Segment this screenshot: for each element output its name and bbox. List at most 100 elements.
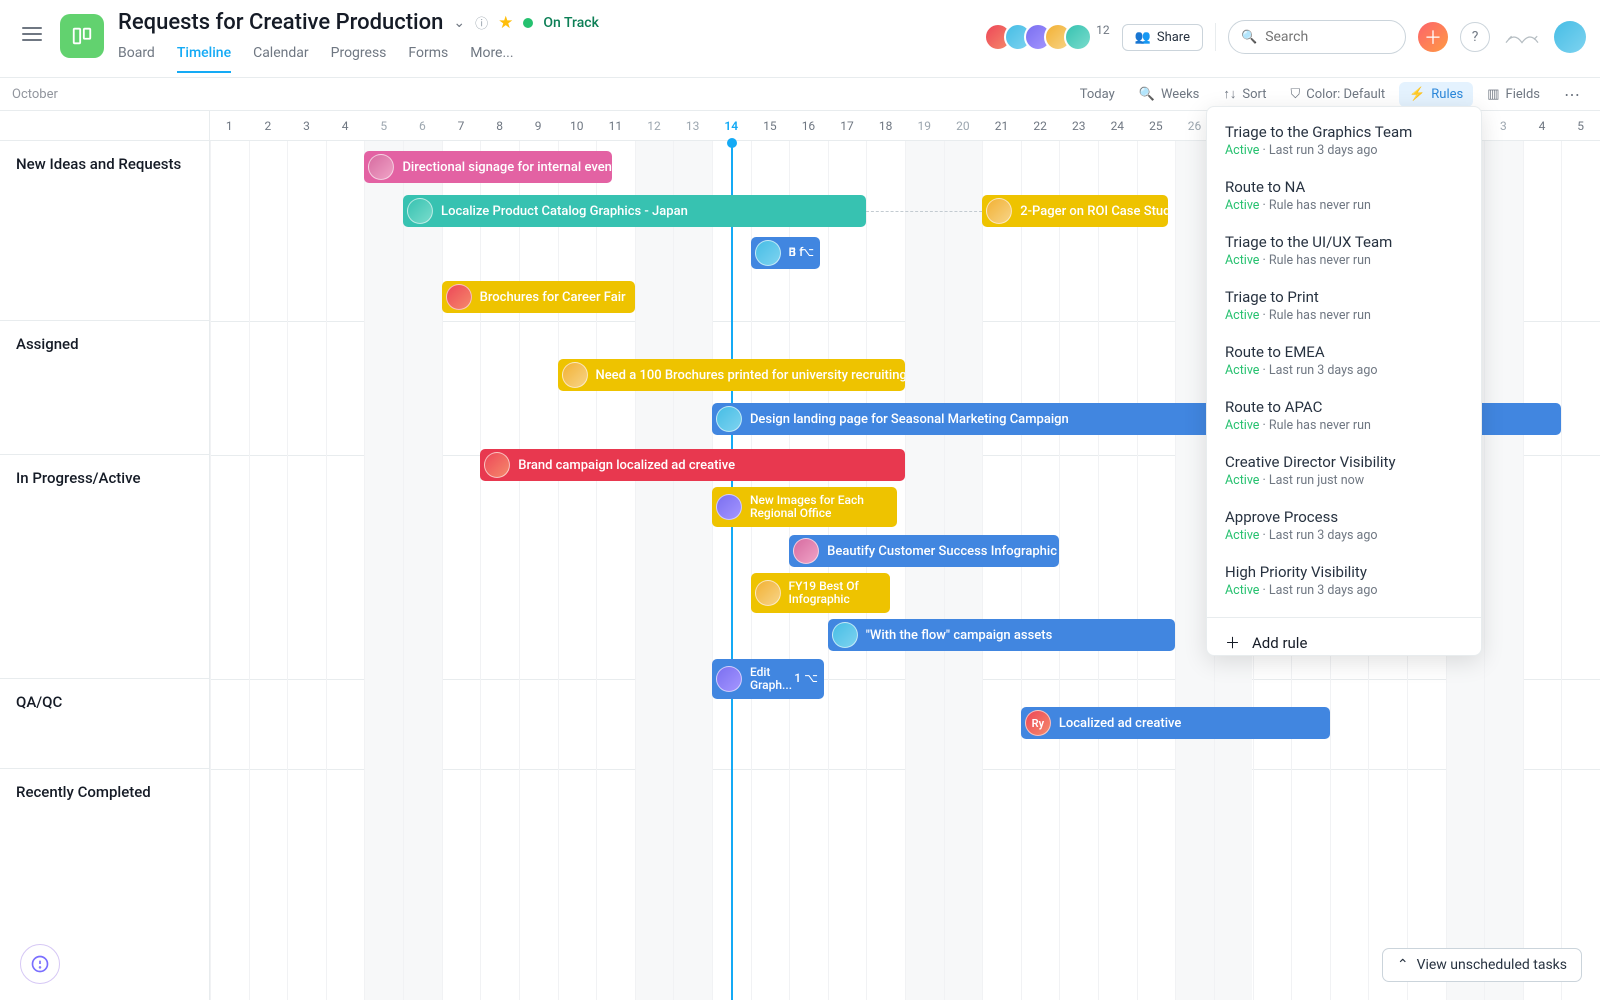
day-header: 12 <box>635 111 674 140</box>
section-label[interactable]: New Ideas and Requests <box>0 141 209 321</box>
share-button[interactable]: 👥 Share <box>1122 24 1203 51</box>
rule-item[interactable]: Route to NAActive · Rule has never run <box>1207 168 1481 223</box>
day-header: 1 <box>210 111 249 140</box>
assignee-avatar: Ry <box>1025 710 1051 736</box>
task-label: FY19 Best Of Infographic <box>789 580 880 606</box>
color-button[interactable]: ⛉Color: Default <box>1281 82 1396 107</box>
assignee-avatar <box>793 538 819 564</box>
tab-board[interactable]: Board <box>118 45 155 73</box>
assignee-avatar <box>407 198 433 224</box>
rule-meta: Active · Rule has never run <box>1225 198 1463 213</box>
search-input[interactable]: 🔍 <box>1228 20 1406 54</box>
task-bar[interactable]: "With the flow" campaign assets <box>828 619 1176 651</box>
plus-icon: ＋ <box>1225 632 1240 653</box>
task-bar[interactable]: Brochures for Career Fair <box>442 281 635 313</box>
rule-item[interactable]: Route to APACActive · Rule has never run <box>1207 388 1481 443</box>
section-label[interactable]: In Progress/Active <box>0 455 209 679</box>
rule-title: Triage to the UI/UX Team <box>1225 233 1463 251</box>
member-avatars[interactable]: 12 <box>992 23 1110 51</box>
rule-item[interactable]: Move to In ProgressActive · Last run 3 d… <box>1207 608 1481 617</box>
day-header: 11 <box>596 111 635 140</box>
zoom-icon: 🔍 <box>1139 87 1155 102</box>
rule-item[interactable]: Triage to Print Active · Rule has never r… <box>1207 278 1481 333</box>
project-icon[interactable] <box>60 14 104 58</box>
day-header: 3 <box>287 111 326 140</box>
tab-calendar[interactable]: Calendar <box>253 45 309 73</box>
menu-icon[interactable] <box>22 24 42 44</box>
day-header: 10 <box>557 111 596 140</box>
star-icon[interactable]: ★ <box>498 13 513 33</box>
tab-forms[interactable]: Forms <box>408 45 448 73</box>
day-header: 13 <box>673 111 712 140</box>
sort-button[interactable]: ↑↓Sort <box>1213 81 1276 107</box>
task-bar[interactable]: New Images for Each Regional Office <box>712 487 897 527</box>
subtask-indicator: 1 ⌥ <box>794 672 818 685</box>
day-header: 21 <box>982 111 1021 140</box>
help-bubble[interactable] <box>20 944 60 984</box>
day-header: 17 <box>828 111 867 140</box>
status-dot-icon <box>523 18 533 28</box>
day-header: 16 <box>789 111 828 140</box>
task-bar[interactable]: Localize Product Catalog Graphics - Japa… <box>403 195 866 227</box>
month-label: October <box>12 87 58 102</box>
status-label[interactable]: On Track <box>543 15 599 31</box>
assignee-avatar <box>716 406 742 432</box>
rule-meta: Active · Last run 3 days ago <box>1225 363 1463 378</box>
task-label: Localize Product Catalog Graphics - Japa… <box>441 204 688 219</box>
task-bar[interactable]: B f1 ⌥ <box>751 237 821 269</box>
rule-meta: Active · Rule has never run <box>1225 253 1463 268</box>
zoom-button[interactable]: 🔍Weeks <box>1129 82 1210 107</box>
day-header: 8 <box>480 111 519 140</box>
rule-item[interactable]: Creative Director VisibilityActive · Las… <box>1207 443 1481 498</box>
section-label[interactable]: Assigned <box>0 321 209 455</box>
assignee-avatar <box>755 580 781 606</box>
day-header: 22 <box>1021 111 1060 140</box>
task-bar[interactable]: Beautify Customer Success Infographic <box>789 535 1059 567</box>
task-bar[interactable]: RyLocalized ad creative <box>1021 707 1330 739</box>
help-button[interactable]: ? <box>1460 22 1490 52</box>
add-rule-button[interactable]: ＋ Add rule <box>1207 617 1481 656</box>
sort-icon: ↑↓ <box>1223 86 1236 102</box>
rule-item[interactable]: Triage to the Graphics Team Active · Last… <box>1207 113 1481 168</box>
rules-dropdown: Triage to the Graphics Team Active · Last… <box>1206 106 1482 656</box>
day-header: 4 <box>1523 111 1562 140</box>
rule-title: Triage to the Graphics Team <box>1225 123 1463 141</box>
day-header: 3 <box>1484 111 1523 140</box>
subtask-indicator: 1 ⌥ <box>790 246 814 259</box>
task-bar[interactable]: Edit Graph...1 ⌥ <box>712 659 824 699</box>
task-bar[interactable]: Brand campaign localized ad creative <box>480 449 905 481</box>
today-button[interactable]: Today <box>1070 82 1125 107</box>
task-label: Beautify Customer Success Infographic <box>827 544 1057 559</box>
assignee-avatar <box>986 198 1012 224</box>
rule-title: Triage to Print <box>1225 288 1463 306</box>
day-header: 14 <box>712 111 751 140</box>
day-header: 7 <box>442 111 481 140</box>
section-label[interactable]: QA/QC <box>0 679 209 769</box>
rule-meta: Active · Last run 3 days ago <box>1225 143 1463 158</box>
rule-item[interactable]: Route to EMEAActive · Last run 3 days ag… <box>1207 333 1481 388</box>
task-bar[interactable]: Need a 100 Brochures printed for univers… <box>558 359 906 391</box>
view-unscheduled-button[interactable]: ⌃ View unscheduled tasks <box>1382 948 1582 982</box>
info-icon[interactable]: ⓘ <box>475 13 488 32</box>
fields-icon: ▥ <box>1487 87 1499 102</box>
task-bar[interactable]: 2-Pager on ROI Case Study <box>982 195 1167 227</box>
app-logo <box>1502 23 1542 51</box>
add-button[interactable]: ＋ <box>1418 22 1448 52</box>
user-avatar[interactable] <box>1554 21 1586 53</box>
tab-timeline[interactable]: Timeline <box>177 45 231 73</box>
assignee-avatar <box>446 284 472 310</box>
rule-meta: Active · Rule has never run <box>1225 308 1463 323</box>
project-title[interactable]: Requests for Creative Production <box>118 10 443 35</box>
chevron-down-icon[interactable]: ⌄ <box>453 15 465 31</box>
more-icon[interactable]: ⋯ <box>1554 80 1592 109</box>
rule-item[interactable]: Triage to the UI/UX Team Active · Rule ha… <box>1207 223 1481 278</box>
tab-more[interactable]: More... <box>470 45 513 73</box>
task-bar[interactable]: Directional signage for internal events <box>364 151 611 183</box>
task-bar[interactable]: FY19 Best Of Infographic <box>751 573 890 613</box>
rule-item[interactable]: High Priority VisibilityActive · Last ru… <box>1207 553 1481 608</box>
fields-button[interactable]: ▥Fields <box>1477 82 1550 107</box>
rule-item[interactable]: Approve ProcessActive · Last run 3 days … <box>1207 498 1481 553</box>
task-label: 2-Pager on ROI Case Study <box>1020 204 1167 219</box>
tab-progress[interactable]: Progress <box>331 45 387 73</box>
rules-button[interactable]: ⚡Rules <box>1399 82 1473 107</box>
